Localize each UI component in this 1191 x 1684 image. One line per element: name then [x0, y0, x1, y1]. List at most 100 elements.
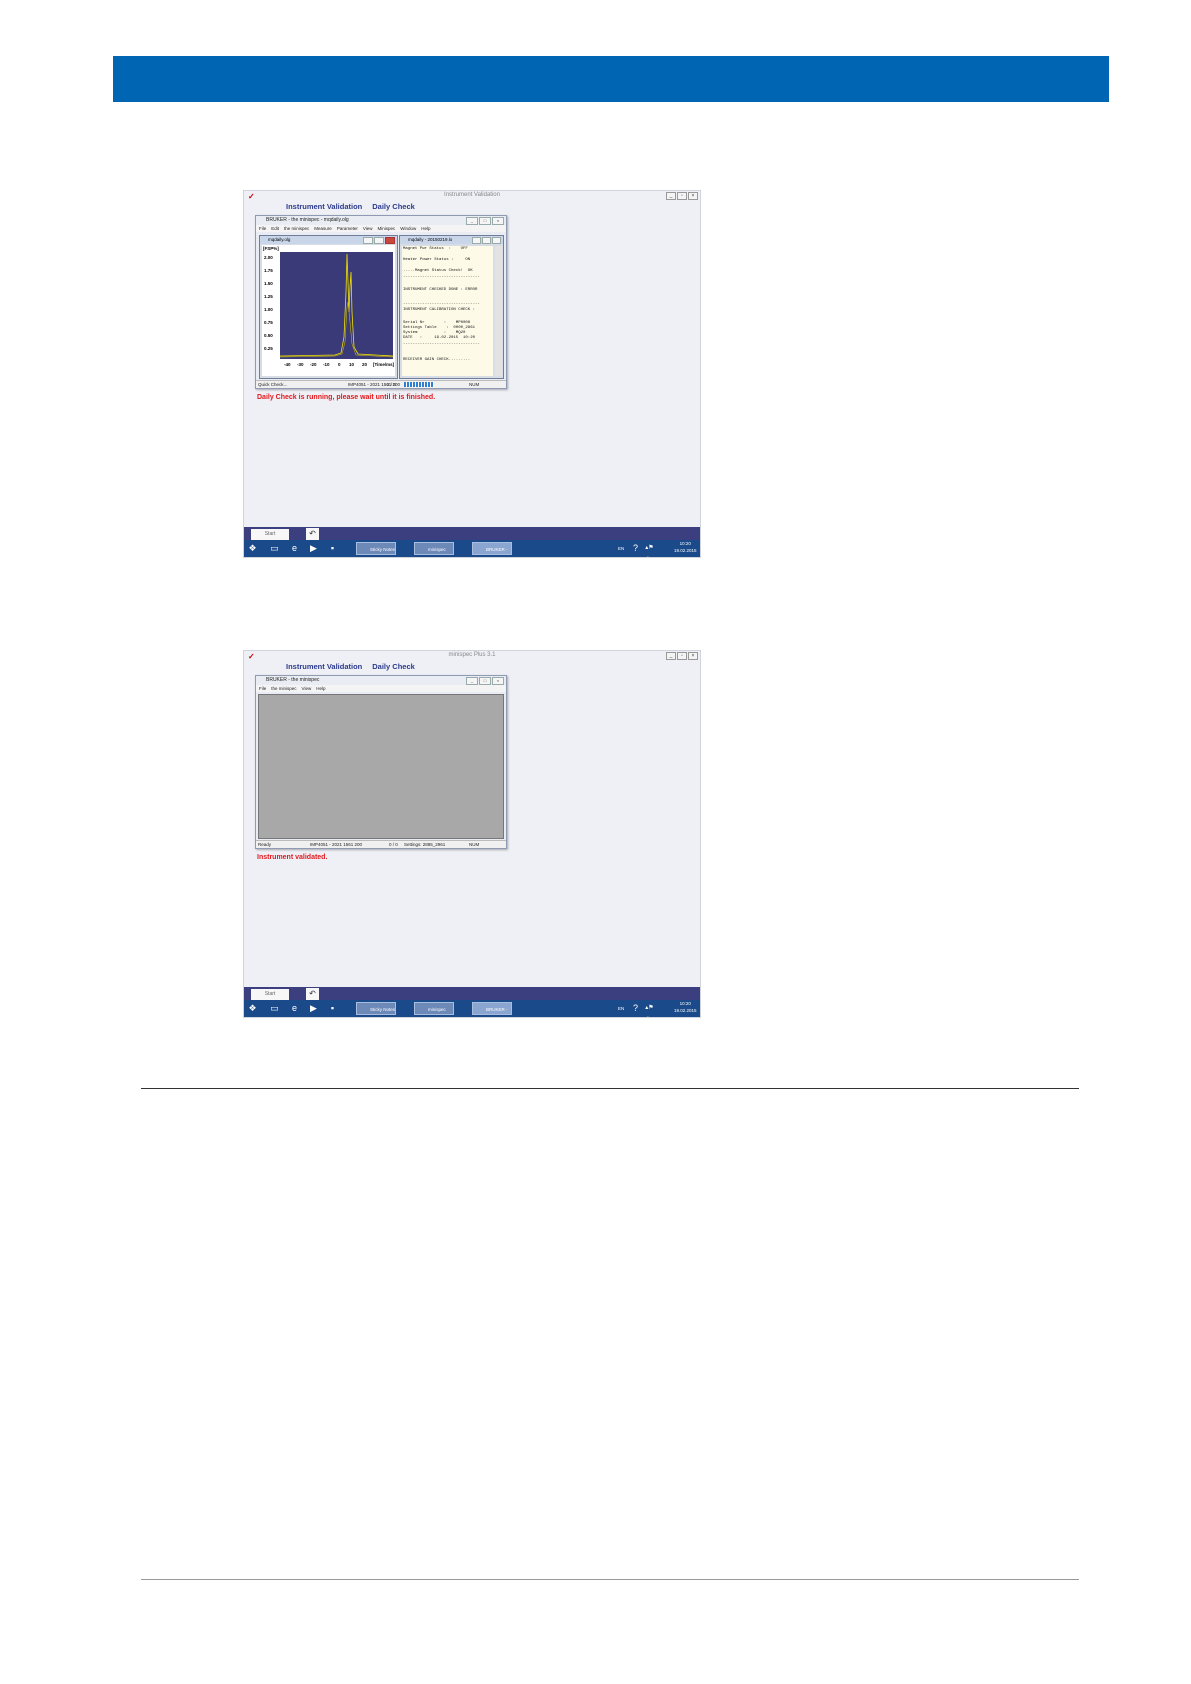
help-icon[interactable]: ? [630, 543, 641, 554]
explorer-icon[interactable]: ▭ [269, 1003, 280, 1014]
menu-view[interactable]: View [302, 685, 312, 692]
xtick-20: 20 [362, 362, 368, 367]
taskbar-minispec-plus[interactable]: minispec Plus 3.2... [414, 542, 454, 555]
internet-explorer-icon[interactable]: e [289, 543, 300, 554]
ytick-1-75: 1.75 [264, 268, 273, 273]
restore-button[interactable]: ▫ [677, 652, 687, 660]
bruker-close-button[interactable]: × [492, 217, 504, 225]
internet-explorer-icon[interactable]: e [289, 1003, 300, 1014]
log-subwindow-controls [472, 237, 501, 244]
start-button[interactable]: Start [251, 989, 289, 1000]
window-title: Instrument Validation [444, 192, 500, 198]
menu-edit[interactable]: Edit [271, 225, 279, 232]
close-button[interactable]: × [688, 652, 698, 660]
menu-measure[interactable]: Measure [314, 225, 332, 232]
tray-language[interactable]: EN [618, 542, 624, 555]
taskbar-bruker[interactable]: BRUKER - the min... [472, 1002, 512, 1015]
bruker-minimize-button[interactable]: _ [466, 677, 478, 685]
log-line: -------------------------------- [403, 275, 480, 279]
minimize-button[interactable]: _ [666, 192, 676, 200]
plot-subwindow: mqdaily.olg [FSP%] 2.00 1.75 1.50 1.25 1… [259, 235, 398, 379]
menu-the-minispec[interactable]: the minispec [284, 225, 309, 232]
menu-file[interactable]: File [259, 225, 266, 232]
plot-maximize-button[interactable] [374, 237, 384, 244]
plot-close-button[interactable] [385, 237, 395, 244]
menu-window[interactable]: Window [400, 225, 416, 232]
log-line: RECEIVER GAIN CHECK......... [403, 358, 471, 362]
taskbar-minispec-plus[interactable]: minispec Plus 3.2... [414, 1002, 454, 1015]
log-line: -------------------------------- [403, 342, 480, 346]
ytick-0-25: 0.25 [264, 346, 273, 351]
bruker-maximize-button[interactable]: □ [479, 217, 491, 225]
undo-icon[interactable]: ↶ [306, 988, 319, 1000]
bruker-close-button[interactable]: × [492, 677, 504, 685]
explorer-icon[interactable]: ▭ [269, 543, 280, 554]
tray-icons[interactable]: ▴⚑🔈 [644, 1003, 655, 1017]
status-right: NUM [469, 842, 480, 847]
log-title: mqdaily - 20150219.lo [408, 237, 453, 242]
xtick-minus-30: -30 [297, 362, 304, 367]
bruker-window-titlebar: BRUKER - the minispec _ □ × [256, 676, 506, 685]
xtick-minus-10: -10 [323, 362, 330, 367]
windows-taskbar: ❖ ▭ e ▶ ▪ Sticky Notes minispec Plus 3.2… [244, 1000, 700, 1017]
xtick-minus-20: -20 [310, 362, 317, 367]
menu-help[interactable]: Help [421, 225, 430, 232]
bruker-window: BRUKER - the minispec - mqdaily.olg _ □ … [255, 215, 507, 389]
xtick-0: 0 [338, 362, 341, 367]
taskbar-bruker[interactable]: BRUKER - the min... [472, 542, 512, 555]
windows-taskbar: ❖ ▭ e ▶ ▪ Sticky Notes minispec Plus 3.2… [244, 540, 700, 557]
status-bar: Quick Check... IMP4051 - 2021 1561 200 2… [256, 380, 506, 388]
bruker-maximize-button[interactable]: □ [479, 677, 491, 685]
log-minimize-button[interactable] [472, 237, 481, 244]
menu-parameter[interactable]: Parameter [337, 225, 358, 232]
menu-the-minispec[interactable]: the minispec [271, 685, 296, 692]
help-icon[interactable]: ? [630, 1003, 641, 1014]
restore-button[interactable]: ▫ [677, 192, 687, 200]
taskbar-sticky-notes[interactable]: Sticky Notes [356, 1002, 396, 1015]
app-title-validation: Instrument Validation [286, 202, 363, 211]
bruker-window-controls: _ □ × [466, 217, 504, 225]
close-button[interactable]: × [688, 192, 698, 200]
log-line: DATE : 19.02.2015 10:20 [403, 336, 476, 340]
status-mid: IMP4051 - 2021 1561 200 [310, 842, 363, 847]
log-subwindow: mqdaily - 20150219.lo Magnet Pwr Status … [399, 235, 504, 379]
log-subwindow-title: mqdaily - 20150219.lo [400, 236, 503, 244]
tray-language[interactable]: EN [618, 1002, 624, 1015]
media-player-icon[interactable]: ▶ [308, 543, 319, 554]
bruker-window: BRUKER - the minispec _ □ × File the min… [255, 675, 507, 849]
taskbar-sticky-notes[interactable]: Sticky Notes [356, 542, 396, 555]
log-maximize-button[interactable] [482, 237, 491, 244]
media-player-icon[interactable]: ▶ [308, 1003, 319, 1014]
minimize-button[interactable]: _ [666, 652, 676, 660]
app-icon[interactable]: ▪ [327, 543, 338, 554]
status-left: Ready [258, 842, 272, 847]
bruker-minimize-button[interactable]: _ [466, 217, 478, 225]
tray-icons[interactable]: ▴⚑🔈 [644, 543, 655, 557]
windows-start-icon[interactable]: ❖ [247, 1003, 258, 1014]
log-line: System : MQ20 [403, 331, 466, 335]
windows-start-icon[interactable]: ❖ [247, 543, 258, 554]
header-banner [113, 56, 1109, 102]
plot-ylabel: [FSP%] [263, 246, 279, 251]
menu-view[interactable]: View [363, 225, 373, 232]
xtick-minus-40: -40 [284, 362, 291, 367]
menu-help[interactable]: Help [316, 685, 325, 692]
menu-file[interactable]: File [259, 685, 266, 692]
log-scrollbar[interactable] [495, 246, 502, 376]
log-line: Serial Nr : MP0008 [403, 321, 471, 325]
app-icon[interactable]: ▪ [327, 1003, 338, 1014]
menu-bar: File Edit the minispec Measure Parameter… [256, 225, 506, 232]
plot-minimize-button[interactable] [363, 237, 373, 244]
plot-xunit: [Time/ms] [373, 362, 395, 367]
start-button[interactable]: Start [251, 529, 289, 540]
plot-area: [FSP%] 2.00 1.75 1.50 1.25 1.00 0.75 0.5… [262, 245, 395, 376]
menu-minispec[interactable]: Minispec [378, 225, 396, 232]
ytick-0-50: 0.50 [264, 333, 273, 338]
tray-clock[interactable]: 10:20 19.02.2015 [674, 540, 697, 553]
undo-icon[interactable]: ↶ [306, 528, 319, 540]
fid-curve [279, 253, 394, 358]
ytick-0-75: 0.75 [264, 320, 273, 325]
log-close-button[interactable] [492, 237, 501, 244]
app-title-daily-check: Daily Check [372, 662, 415, 671]
tray-clock[interactable]: 10:20 19.02.2015 [674, 1000, 697, 1013]
